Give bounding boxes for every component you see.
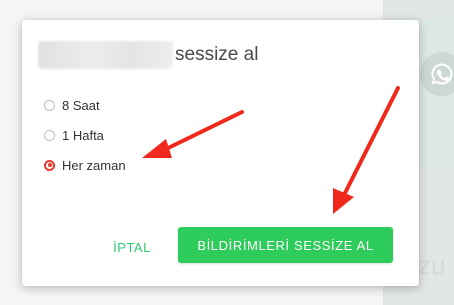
radio-8-hours[interactable] bbox=[44, 99, 55, 111]
option-label: 8 Saat bbox=[62, 97, 100, 113]
option-label: 1 Hafta bbox=[62, 127, 104, 143]
mute-duration-options: 8 Saat 1 Hafta Her zaman bbox=[44, 90, 126, 180]
blurred-contact-name bbox=[38, 41, 173, 69]
cancel-button[interactable]: İPTAL bbox=[102, 230, 162, 264]
mute-dialog: sessize al 8 Saat 1 Hafta Her zaman İPTA… bbox=[22, 20, 419, 286]
option-always[interactable]: Her zaman bbox=[44, 150, 126, 180]
mute-notifications-button[interactable]: BİLDİRİMLERİ SESSİZE AL bbox=[178, 227, 393, 263]
option-label: Her zaman bbox=[62, 157, 126, 173]
radio-1-week[interactable] bbox=[44, 129, 55, 141]
dialog-title-text: sessize al bbox=[175, 44, 259, 65]
radio-always[interactable] bbox=[44, 159, 55, 171]
option-1-week[interactable]: 1 Hafta bbox=[44, 120, 126, 150]
option-8-hours[interactable]: 8 Saat bbox=[44, 90, 126, 120]
dialog-title: sessize al bbox=[38, 40, 258, 70]
background-partial-text: zu bbox=[418, 250, 446, 280]
